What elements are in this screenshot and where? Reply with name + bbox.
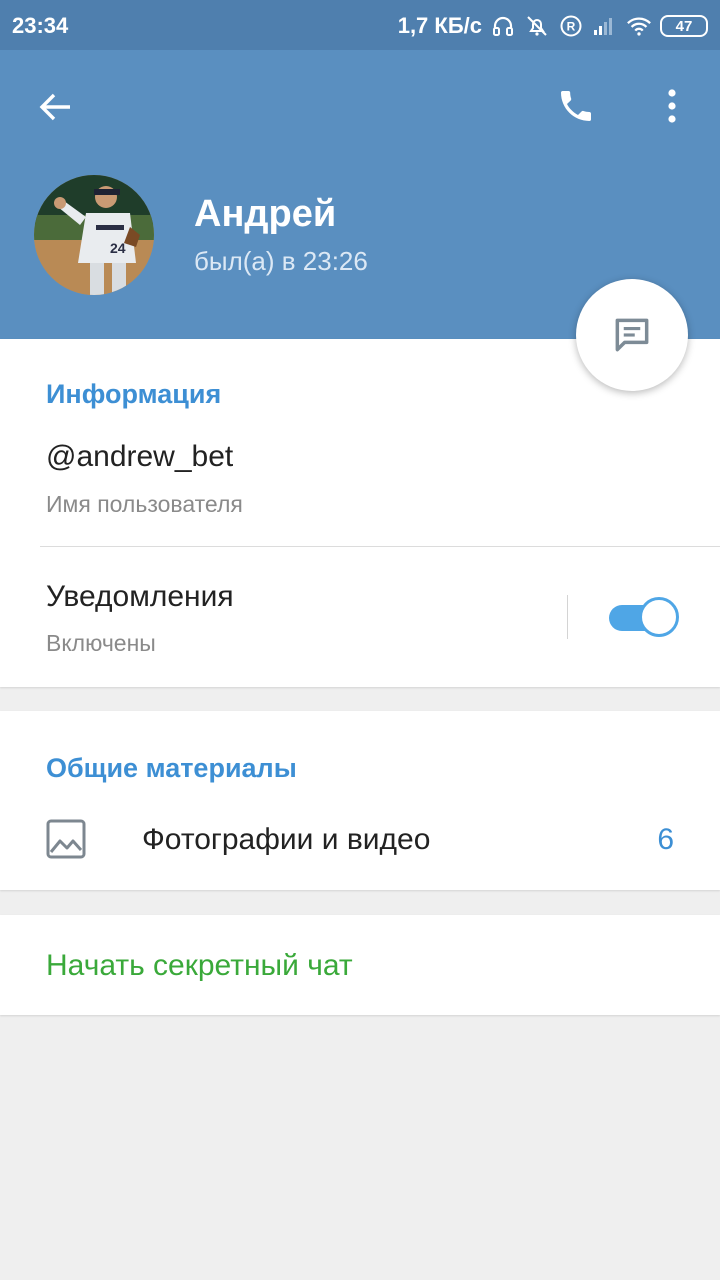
message-icon <box>615 318 649 352</box>
status-bar: 23:34 1,7 КБ/с R 47 <box>0 0 720 50</box>
divider <box>40 546 720 547</box>
more-vert-icon <box>668 89 676 123</box>
start-secret-chat-button[interactable]: Начать секретный чат <box>46 949 353 983</box>
network-speed: 1,7 КБ/с <box>397 13 482 38</box>
wifi-icon <box>626 13 652 39</box>
status-time: 23:34 <box>12 13 69 38</box>
signal-icon <box>592 13 618 39</box>
info-section: Информация @andrew_bet Имя пользователя … <box>0 339 720 687</box>
avatar[interactable]: 24 <box>34 175 154 295</box>
notifications-toggle[interactable] <box>609 597 679 639</box>
toggle-knob <box>639 597 679 637</box>
battery-icon: 47 <box>660 15 708 37</box>
photos-videos-label: Фотографии и видео <box>142 823 431 856</box>
shared-media-section: Общие материалы Фотографии и видео 6 <box>0 711 720 890</box>
svg-text:R: R <box>567 20 576 34</box>
profile-name: Андрей <box>194 193 337 235</box>
headphones-icon <box>490 13 516 39</box>
call-button[interactable] <box>548 78 604 134</box>
svg-text:24: 24 <box>110 240 126 256</box>
more-options-button[interactable] <box>650 78 694 134</box>
back-button[interactable] <box>26 80 84 134</box>
send-message-button[interactable] <box>576 279 688 391</box>
last-seen-status: был(а) в 23:26 <box>194 246 368 276</box>
notifications-state: Включены <box>46 630 156 656</box>
phone-icon <box>561 91 591 121</box>
arrow-left-icon <box>39 93 70 121</box>
username[interactable]: @andrew_bet <box>46 440 233 474</box>
photos-videos-count: 6 <box>657 823 674 856</box>
roaming-icon: R <box>558 13 584 39</box>
vertical-divider <box>567 595 568 639</box>
shared-media-title: Общие материалы <box>46 753 297 783</box>
photos-videos-row[interactable]: Фотографии и видео 6 <box>0 801 720 881</box>
avatar-photo: 24 <box>34 175 154 295</box>
username-caption: Имя пользователя <box>46 491 243 517</box>
bell-off-icon <box>524 13 550 39</box>
status-icons: 1,7 КБ/с R 47 <box>398 11 708 41</box>
info-section-title: Информация <box>46 379 222 409</box>
image-icon <box>46 819 86 859</box>
secret-chat-section: Начать секретный чат <box>0 915 720 1015</box>
notifications-label[interactable]: Уведомления <box>46 580 234 614</box>
